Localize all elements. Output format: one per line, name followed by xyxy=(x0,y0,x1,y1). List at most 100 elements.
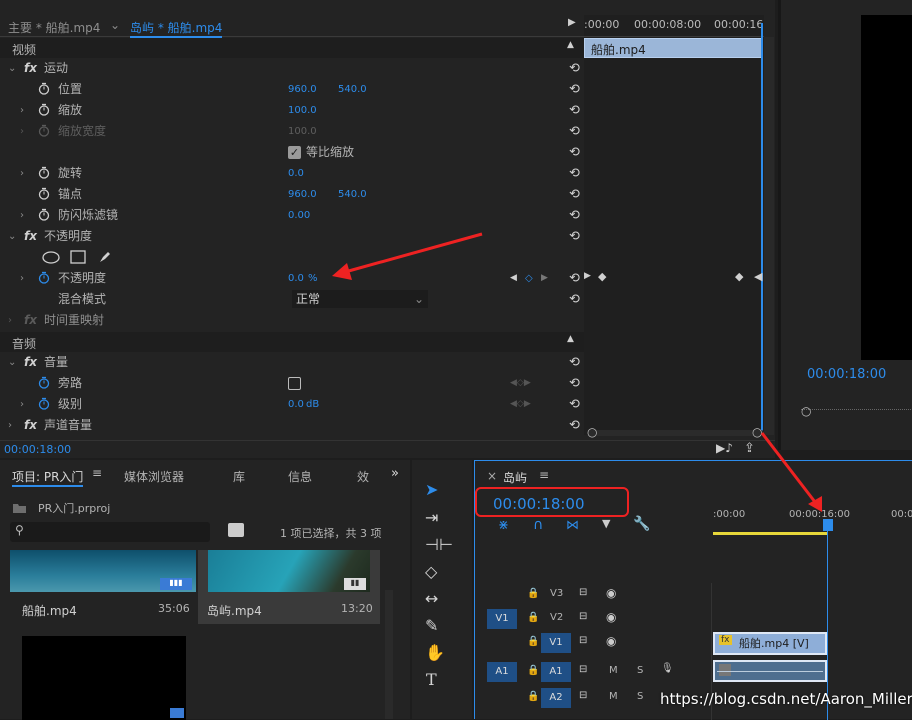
chevron-right-icon[interactable]: › xyxy=(8,415,12,436)
reset-icon[interactable]: ⟲ xyxy=(569,58,580,79)
panel-menu-icon[interactable]: ≡ xyxy=(92,466,102,480)
zoom-handle-left[interactable]: ○ xyxy=(587,425,597,439)
reset-icon[interactable]: ⟲ xyxy=(569,352,580,373)
time-remap-row[interactable]: › fx 时间重映射 xyxy=(6,310,582,331)
fx-icon[interactable]: fx xyxy=(24,226,37,247)
lock-icon[interactable]: 🔒 xyxy=(527,665,539,676)
rectangle-mask-icon[interactable] xyxy=(70,250,86,264)
media-name[interactable]: 岛屿.mp4 xyxy=(207,602,262,619)
add-marker-icon[interactable]: ▼ xyxy=(602,517,610,530)
reset-icon[interactable]: ⟲ xyxy=(569,415,580,436)
tab-media-browser[interactable]: 媒体浏览器 xyxy=(124,468,184,485)
track-name[interactable]: V3 xyxy=(550,588,563,599)
playhead-handle[interactable] xyxy=(823,519,833,531)
timeline-audio-clip[interactable] xyxy=(713,660,827,682)
fx-icon[interactable]: fx xyxy=(24,352,37,373)
lock-icon[interactable]: 🔒 xyxy=(527,636,539,647)
bypass-checkbox[interactable] xyxy=(288,377,301,390)
stopwatch-icon[interactable] xyxy=(38,208,50,221)
channel-volume-row[interactable]: › fx 声道音量 ⟲ xyxy=(6,415,582,436)
eye-icon[interactable]: ◉ xyxy=(606,586,616,600)
panel-menu-icon[interactable]: ≡ xyxy=(539,468,549,482)
effect-mini-timeline[interactable]: :00:00 00:00:08:00 00:00:16 船舶.mp4 ▶ ◆ ◆… xyxy=(584,15,764,435)
selection-tool-icon[interactable]: ➤ xyxy=(425,480,438,499)
source-patch[interactable]: A1 xyxy=(487,662,517,682)
source-patch[interactable]: V1 xyxy=(487,609,517,629)
razor-tool-icon[interactable]: ◇ xyxy=(425,562,437,581)
program-timecode[interactable]: 00:00:18:00 xyxy=(807,367,886,382)
reset-icon[interactable]: ⟲ xyxy=(569,394,580,415)
anchor-x-value[interactable]: 960.0 xyxy=(288,184,317,205)
lock-icon[interactable]: 🔒 xyxy=(527,588,539,599)
reset-icon[interactable]: ⟲ xyxy=(569,205,580,226)
reset-icon[interactable]: ⟲ xyxy=(569,142,580,163)
effect-current-time[interactable]: 00:00:18:00 xyxy=(4,443,71,456)
tab-libraries[interactable]: 库 xyxy=(233,468,245,485)
scale-value[interactable]: 100.0 xyxy=(288,100,317,121)
effect-zoom-scrollbar[interactable] xyxy=(588,430,764,436)
fx-icon[interactable]: fx xyxy=(24,58,37,79)
chevron-right-icon[interactable]: › xyxy=(8,310,12,331)
chevron-down-icon[interactable]: ⌄ xyxy=(110,18,120,32)
stopwatch-icon[interactable] xyxy=(38,397,50,410)
pen-tool-icon[interactable]: ✎ xyxy=(425,616,438,635)
ellipse-mask-icon[interactable] xyxy=(42,251,60,264)
chevron-down-icon[interactable]: ⌄ xyxy=(8,58,16,79)
reset-icon[interactable]: ⟲ xyxy=(569,289,580,310)
lock-icon[interactable]: 🔒 xyxy=(527,691,539,702)
position-x-value[interactable]: 960.0 xyxy=(288,79,317,100)
stopwatch-icon[interactable] xyxy=(38,187,50,200)
motion-row[interactable]: ⌄ fx 运动 ⟲ xyxy=(6,58,582,79)
solo-button[interactable]: S xyxy=(637,691,643,702)
chevron-right-icon[interactable]: › xyxy=(20,268,24,289)
timeline-timecode[interactable]: 00:00:18:00 xyxy=(493,495,585,513)
eye-icon[interactable]: ◉ xyxy=(606,634,616,648)
tab-project[interactable]: 项目: PR入门 xyxy=(12,468,84,487)
chevron-down-icon[interactable]: ⌄ xyxy=(8,352,16,373)
zoom-handle-right[interactable]: ○ xyxy=(752,425,762,439)
wrench-icon[interactable]: 🔧 xyxy=(633,516,650,532)
track-name[interactable]: V1 xyxy=(541,633,571,653)
rotation-value[interactable]: 0.0 xyxy=(288,163,304,184)
reset-icon[interactable]: ⟲ xyxy=(569,268,580,289)
chevron-down-icon[interactable]: ⌄ xyxy=(8,226,16,247)
collapse-up-icon[interactable]: ▲ xyxy=(567,334,574,344)
effect-scrollbar[interactable] xyxy=(764,37,774,435)
reset-icon[interactable]: ⟲ xyxy=(569,373,580,394)
media-thumb-island[interactable]: ▮▮ 岛屿.mp4 13:20 xyxy=(198,550,380,624)
program-scrub-ruler[interactable] xyxy=(801,400,912,410)
antiflicker-value[interactable]: 0.00 xyxy=(288,205,310,226)
play-audio-icon[interactable]: ▶♪ xyxy=(716,441,733,455)
fx-icon[interactable]: fx xyxy=(24,415,37,436)
keyframe-diamond-icon[interactable]: ◆ xyxy=(598,270,606,283)
volume-group-row[interactable]: ⌄ fx 音量 ⟲ xyxy=(6,352,582,373)
blend-mode-select[interactable]: 正常 ⌄ xyxy=(292,290,428,308)
project-scrollbar[interactable] xyxy=(385,590,393,719)
linked-selection-icon[interactable]: ⋈ xyxy=(566,518,579,533)
stopwatch-icon[interactable] xyxy=(38,376,50,389)
zoom-handle-left[interactable]: ○ xyxy=(801,404,811,418)
export-icon[interactable]: ⇪ xyxy=(744,441,755,456)
uniform-scale-checkbox[interactable]: ✓ xyxy=(288,146,301,159)
chevron-right-icon[interactable]: › xyxy=(20,163,24,184)
close-tab-icon[interactable]: × xyxy=(487,469,497,483)
solo-button[interactable]: S xyxy=(637,665,643,676)
level-value[interactable]: 0.0 xyxy=(288,394,304,415)
chevron-right-icon[interactable]: › xyxy=(20,100,24,121)
tab-effects[interactable]: 效 xyxy=(357,468,369,485)
track-select-tool-icon[interactable]: ⇥ xyxy=(425,508,438,527)
reset-icon[interactable]: ⟲ xyxy=(569,184,580,205)
reset-icon[interactable]: ⟲ xyxy=(569,226,580,247)
work-area-bar[interactable] xyxy=(713,532,828,535)
timeline-video-clip[interactable]: fx 船舶.mp4 [V] xyxy=(713,632,827,655)
sync-lock-icon[interactable]: ⊟ xyxy=(579,690,587,701)
chevron-right-icon[interactable]: › xyxy=(20,205,24,226)
effect-time-ruler[interactable]: :00:00 00:00:08:00 00:00:16 xyxy=(584,15,764,37)
tab-sequence-clip[interactable]: 岛屿 * 船舶.mp4 xyxy=(130,19,223,38)
pen-mask-icon[interactable] xyxy=(98,249,113,264)
tab-info[interactable]: 信息 xyxy=(288,468,312,485)
reset-icon[interactable]: ⟲ xyxy=(569,163,580,184)
track-name[interactable]: V2 xyxy=(550,612,563,623)
sync-lock-icon[interactable]: ⊟ xyxy=(579,587,587,598)
tab-main-clip[interactable]: 主要 * 船舶.mp4 xyxy=(8,19,100,36)
